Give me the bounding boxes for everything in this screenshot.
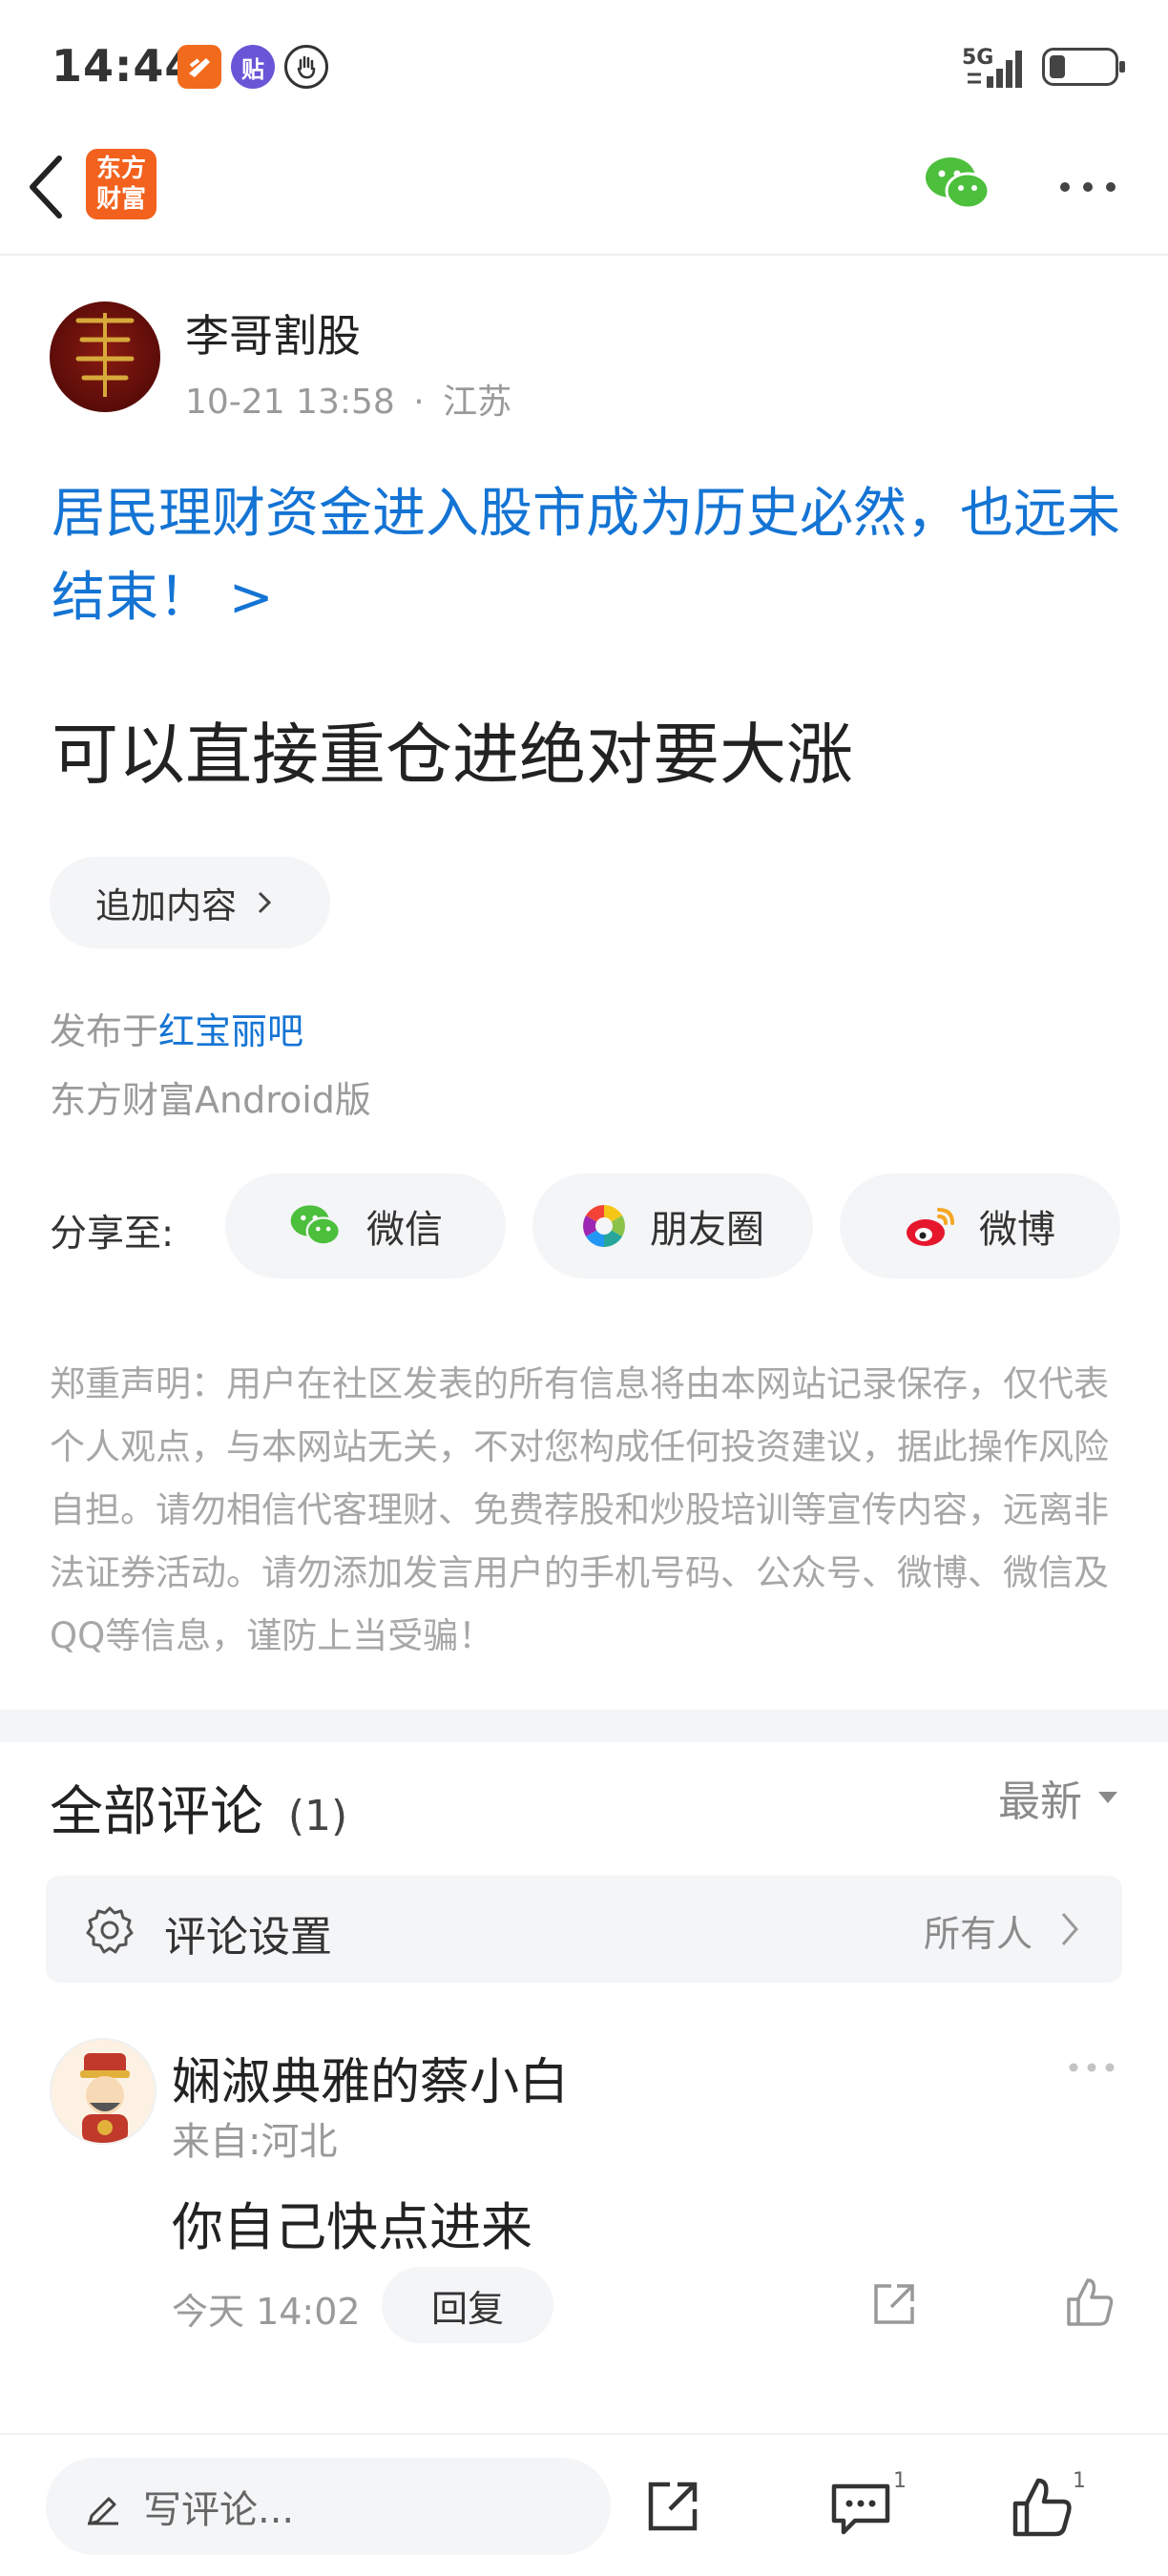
comments-header: 全部评论 (1) — [50, 1769, 347, 1846]
chevron-right-icon — [258, 891, 272, 914]
app-notification-icon — [177, 45, 221, 89]
share-moments-label: 朋友圈 — [650, 1208, 764, 1252]
sort-label: 最新 — [998, 1777, 1082, 1826]
disclaimer-text: 郑重声明：用户在社区发表的所有信息将由本网站记录保存，仅代表个人观点，与本网站无… — [50, 1363, 1109, 1656]
moments-icon — [583, 1205, 625, 1247]
append-content-label: 追加内容 — [95, 885, 237, 926]
top-nav-bar: 东方 财富 — [0, 134, 1168, 256]
signal-icon — [968, 51, 1022, 88]
gesture-notification-icon — [284, 45, 328, 89]
comment-more-icon[interactable] — [1067, 2061, 1116, 2074]
comments-title: 全部评论 — [50, 1781, 263, 1843]
comment-settings-value: 所有人 — [923, 1913, 1032, 1955]
bottom-action-bar: 写评论... 1 1 — [0, 2433, 1168, 2576]
comment-count-badge: 1 — [893, 2469, 907, 2493]
post-body: 可以直接重仓进绝对要大涨 — [52, 716, 853, 794]
wechat-share-icon[interactable] — [924, 155, 992, 214]
weibo-icon — [907, 1208, 954, 1246]
author-name[interactable]: 李哥割股 — [185, 301, 361, 364]
share-weibo-label: 微博 — [979, 1208, 1055, 1252]
share-label: 分享至: — [50, 1213, 175, 1256]
like-icon[interactable] — [1012, 2477, 1073, 2538]
comment-time: 今天 14:02 — [172, 2291, 361, 2333]
share-wechat-button[interactable]: 微信 — [225, 1174, 506, 1278]
client-label: 东方财富Android版 — [50, 1079, 371, 1121]
sort-dropdown[interactable]: 最新 — [998, 1767, 1118, 1828]
chevron-right-icon — [1061, 1913, 1078, 1945]
status-bar: 14:44 贴 5G — [0, 0, 1168, 134]
comment-like-icon[interactable] — [1065, 2276, 1115, 2328]
gear-icon — [86, 1906, 134, 1954]
comments-count: (1) — [287, 1792, 348, 1840]
bar-link[interactable]: 红宝丽吧 — [158, 1010, 303, 1052]
pencil-icon — [88, 2497, 118, 2525]
post-date: 10-21 13:58 — [185, 383, 395, 422]
eastmoney-logo: 东方 财富 — [86, 149, 156, 219]
reply-button[interactable]: 回复 — [382, 2267, 553, 2343]
battery-icon — [1042, 48, 1125, 86]
section-divider — [0, 1710, 1168, 1742]
published-in: 发布于红宝丽吧 — [50, 1002, 303, 1054]
published-prefix: 发布于 — [50, 1010, 159, 1052]
write-comment-input[interactable]: 写评论... — [46, 2458, 611, 2555]
related-article-link[interactable]: 居民理财资金进入股市成为历史必然，也远未结束！ > — [52, 472, 1130, 640]
meta-separator: · — [413, 383, 425, 422]
comment-icon[interactable] — [830, 2481, 891, 2536]
write-comment-placeholder: 写评论... — [143, 2488, 295, 2532]
comment-settings-bar[interactable]: 评论设置 所有人 — [46, 1876, 1122, 1983]
comment-share-icon[interactable] — [870, 2280, 918, 2328]
post-location: 江苏 — [443, 383, 512, 422]
commenter-name[interactable]: 娴淑典雅的蔡小白 — [172, 2042, 569, 2113]
logo-line1: 东方 — [95, 155, 146, 183]
wechat-icon — [290, 1205, 341, 1246]
status-time: 14:44 — [52, 40, 197, 92]
share-weibo-button[interactable]: 微博 — [840, 1174, 1120, 1278]
commenter-avatar[interactable] — [50, 2038, 156, 2145]
tieba-notification-icon: 贴 — [231, 45, 275, 89]
commenter-location: 来自:河北 — [172, 2120, 338, 2164]
logo-line2: 财富 — [95, 185, 146, 214]
back-icon[interactable] — [27, 155, 65, 219]
comment-settings-label: 评论设置 — [164, 1913, 332, 1962]
more-icon[interactable] — [1057, 179, 1118, 195]
share-moments-button[interactable]: 朋友圈 — [532, 1174, 813, 1278]
append-content-button[interactable]: 追加内容 — [50, 857, 330, 948]
share-icon[interactable] — [645, 2479, 700, 2534]
share-wechat-label: 微信 — [366, 1208, 443, 1252]
comment-text: 你自己快点进来 — [172, 2197, 532, 2257]
author-avatar[interactable] — [50, 301, 160, 412]
post-meta: 10-21 13:58 · 江苏 — [185, 374, 511, 424]
caret-down-icon — [1098, 1792, 1117, 1803]
like-count-badge: 1 — [1073, 2469, 1086, 2493]
